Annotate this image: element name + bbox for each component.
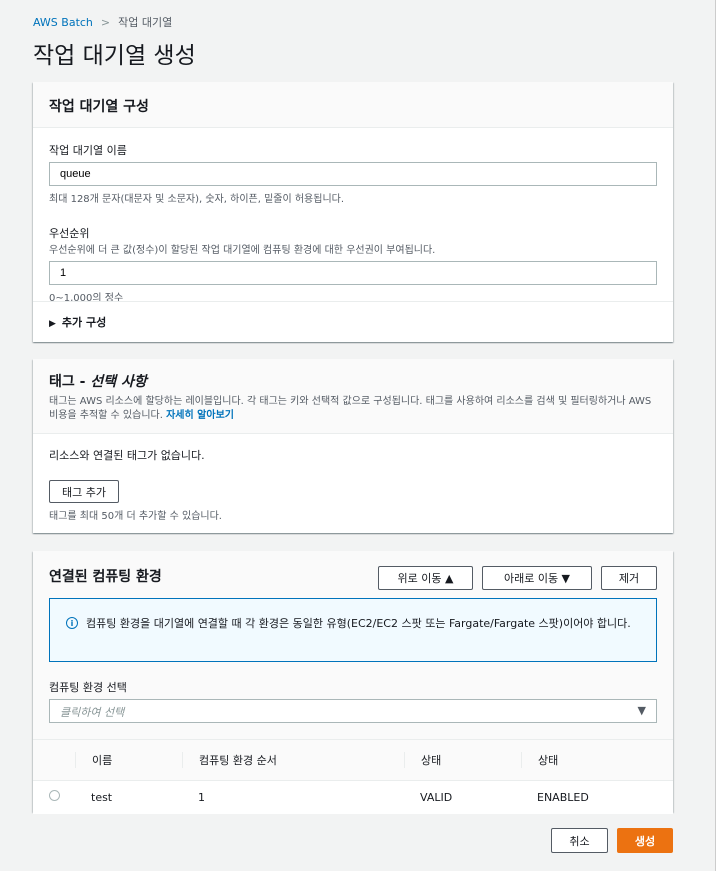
priority-desc: 우선순위에 더 큰 값(정수)이 할당된 작업 대기열에 컴퓨팅 환경에 대한 … xyxy=(49,245,436,256)
add-tag-button[interactable]: 태그 추가 xyxy=(49,480,119,503)
page-title: 작업 대기열 생성 xyxy=(33,43,196,69)
remove-button[interactable]: 제거 xyxy=(601,566,657,590)
col-status: 상태 xyxy=(521,751,673,768)
info-text: 컴퓨팅 환경을 대기열에 연결할 때 각 환경은 동일한 유형(EC2/EC2 … xyxy=(86,617,631,630)
compute-title: 연결된 컴퓨팅 환경 xyxy=(49,569,162,585)
row-name: test xyxy=(91,790,113,804)
col-name: 이름 xyxy=(75,751,182,768)
tags-optional: 선택 사항 xyxy=(90,374,147,390)
panel-title: 작업 대기열 구성 xyxy=(49,99,149,115)
row-state: VALID xyxy=(420,790,453,804)
compute-env-panel: 연결된 컴퓨팅 환경 위로 이동 ▲ 아래로 이동 ▼ 제거 i 컴퓨팅 환경을… xyxy=(33,551,673,814)
row-radio[interactable] xyxy=(49,790,60,802)
no-tags-text: 리소스와 연결된 태그가 없습니다. xyxy=(49,449,205,462)
move-down-button[interactable]: 아래로 이동 ▼ xyxy=(482,566,592,590)
row-order: 1 xyxy=(198,790,205,804)
col-order: 컴퓨팅 환경 순서 xyxy=(182,751,404,768)
table-row[interactable]: test 1 VALID ENABLED xyxy=(33,780,673,814)
priority-input[interactable] xyxy=(49,261,657,285)
info-icon: i xyxy=(66,617,78,629)
tags-panel: 태그 - 선택 사항 태그는 AWS 리소스에 할당하는 레이블입니다. 각 태… xyxy=(33,359,673,533)
breadcrumb-current: 작업 대기열 xyxy=(118,16,173,29)
info-alert: i 컴퓨팅 환경을 대기열에 연결할 때 각 환경은 동일한 유형(EC2/EC… xyxy=(49,598,657,662)
queue-config-panel: 작업 대기열 구성 작업 대기열 이름 최대 128개 문자(대문자 및 소문자… xyxy=(33,82,673,342)
col-state: 상태 xyxy=(404,751,521,768)
row-status: ENABLED xyxy=(537,790,589,804)
breadcrumb-aws-batch[interactable]: AWS Batch xyxy=(33,16,93,29)
name-label: 작업 대기열 이름 xyxy=(49,144,127,157)
caret-right-icon: ▶ xyxy=(49,319,56,329)
breadcrumb: AWS Batch > 작업 대기열 xyxy=(33,14,172,30)
compute-select-label: 컴퓨팅 환경 선택 xyxy=(49,681,127,694)
additional-config-label: 추가 구성 xyxy=(61,316,107,329)
tags-desc: 태그는 AWS 리소스에 할당하는 레이블입니다. 각 태그는 키와 선택적 값… xyxy=(49,396,652,421)
compute-env-select[interactable]: 클릭하여 선택 ▼ xyxy=(49,699,657,723)
name-hint: 최대 128개 문자(대문자 및 소문자), 숫자, 하이픈, 밑줄이 허용됩니… xyxy=(49,194,345,205)
table-header: 이름 컴퓨팅 환경 순서 상태 상태 xyxy=(33,740,673,781)
compute-env-table: 이름 컴퓨팅 환경 순서 상태 상태 test 1 VALID ENABLED xyxy=(33,740,673,814)
additional-config-toggle[interactable]: ▶ 추가 구성 xyxy=(33,301,673,342)
learn-more-link[interactable]: 자세히 알아보기 xyxy=(166,410,234,421)
cancel-button[interactable]: 취소 xyxy=(551,828,608,853)
caret-down-icon: ▼ xyxy=(637,704,646,717)
tags-title: 태그 - xyxy=(49,374,91,390)
select-placeholder: 클릭하여 선택 xyxy=(60,706,125,719)
priority-label: 우선순위 xyxy=(49,227,90,240)
tags-limit-hint: 태그를 최대 50개 더 추가할 수 있습니다. xyxy=(49,511,222,522)
chevron-right-icon: > xyxy=(100,16,111,29)
move-up-button[interactable]: 위로 이동 ▲ xyxy=(378,566,473,590)
queue-name-input[interactable] xyxy=(49,162,657,186)
create-button[interactable]: 생성 xyxy=(617,828,673,853)
